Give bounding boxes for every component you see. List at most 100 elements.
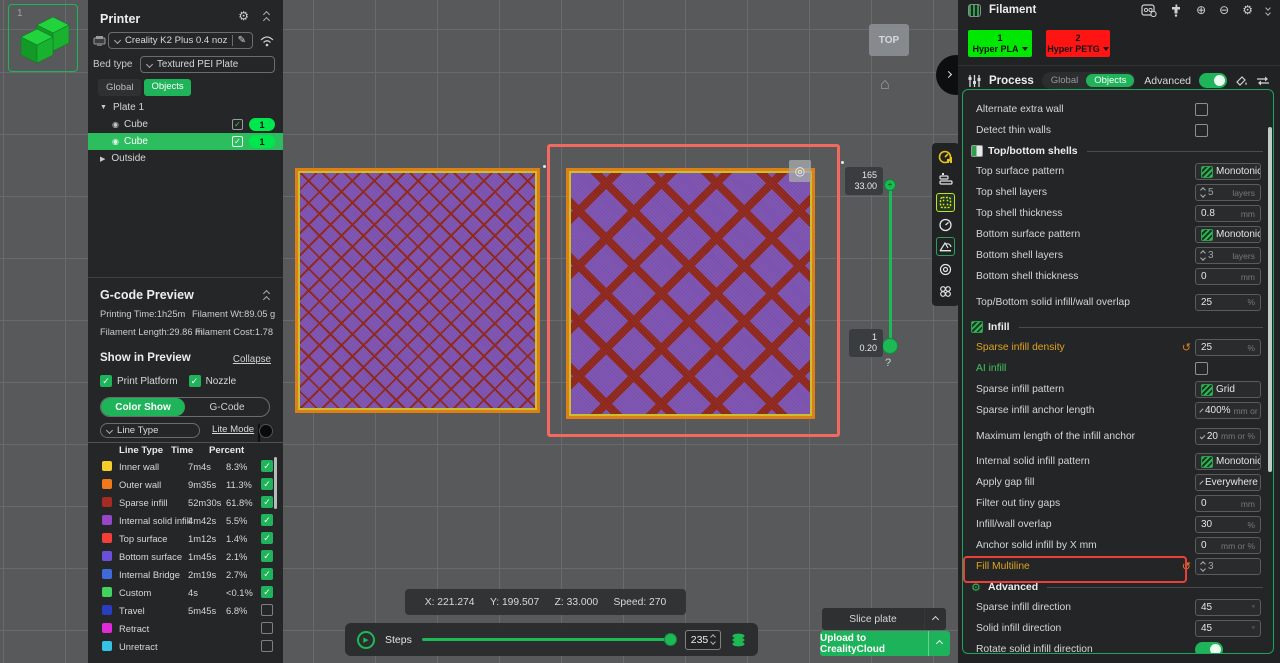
process-scrollbar[interactable] — [1268, 127, 1272, 472]
view-cube-top[interactable]: TOP — [869, 24, 909, 56]
steps-slider-handle[interactable] — [664, 633, 677, 646]
setting-input-box[interactable]: 25% — [1195, 294, 1261, 311]
ams-icon[interactable] — [1141, 4, 1157, 17]
section-header[interactable]: Top/bottom shells — [963, 141, 1273, 161]
slice-plate-button[interactable]: Slice plate — [822, 608, 946, 630]
grid-view-icon[interactable] — [936, 193, 955, 212]
setting-input-box[interactable]: 45° — [1195, 599, 1261, 616]
steps-input[interactable]: 235 — [685, 630, 721, 650]
line-type-select[interactable]: Line Type — [100, 423, 200, 438]
line-visibility-checkbox[interactable]: ✓ — [261, 568, 273, 580]
setting-input-box[interactable]: 25% — [1195, 339, 1261, 356]
wifi-icon[interactable] — [260, 35, 274, 47]
remove-filament-icon[interactable]: ⊖ — [1219, 3, 1229, 17]
edit-printer-pencil-icon[interactable]: ✎ — [232, 35, 246, 46]
tree-item-cube-2-selected[interactable]: ◉ Cube ✓ 1 — [88, 133, 283, 150]
filament-count-badge[interactable]: 1 — [249, 135, 275, 148]
spinner-arrows[interactable] — [1201, 251, 1205, 260]
cube-assign-icon[interactable]: ✓ — [232, 119, 243, 130]
sliced-cube-left[interactable] — [295, 168, 540, 413]
advanced-toggle[interactable] — [1199, 73, 1227, 88]
setting-checkbox[interactable] — [1195, 103, 1208, 116]
line-visibility-checkbox[interactable]: ✓ — [261, 550, 273, 562]
tab-objects[interactable]: Objects — [144, 79, 190, 96]
setting-checkbox[interactable] — [1195, 362, 1208, 375]
layers-view-icon[interactable] — [936, 170, 955, 189]
process-tab-objects[interactable]: Objects — [1086, 74, 1134, 87]
filament-collapse-icon[interactable] — [1266, 6, 1270, 15]
paint-icon[interactable] — [1235, 74, 1248, 87]
add-filament-icon[interactable]: ⊕ — [1196, 3, 1206, 17]
home-view-icon[interactable]: ⌂ — [880, 76, 890, 94]
plate-thumbnail[interactable]: 1 — [8, 4, 78, 72]
setting-pattern-box[interactable]: Grid — [1195, 381, 1261, 398]
filament-settings-gear-icon[interactable]: ⚙ — [1242, 3, 1253, 17]
layers-stack-icon[interactable] — [731, 633, 746, 647]
line-visibility-checkbox[interactable] — [261, 622, 273, 634]
color-show-button[interactable]: Color Show — [101, 398, 185, 416]
rotate-handle[interactable]: ◎ — [789, 160, 811, 182]
printer-settings-gear-icon[interactable]: ⚙ — [238, 9, 249, 23]
layer-slider-track[interactable] — [889, 186, 892, 341]
setting-input-box[interactable]: 45° — [1195, 620, 1261, 637]
printer-select[interactable]: Creality K2 Plus 0.4 nozzle ✎ — [108, 32, 253, 49]
line-visibility-checkbox[interactable]: ✓ — [261, 460, 273, 472]
sliced-cube-right-selected[interactable] — [566, 168, 815, 419]
setting-input-box[interactable]: 0mm — [1195, 495, 1261, 512]
line-visibility-checkbox[interactable]: ✓ — [261, 496, 273, 508]
setting-dropdown-box[interactable]: 400%mm or % — [1195, 402, 1261, 419]
lite-mode-toggle[interactable] — [258, 424, 260, 443]
table-scrollbar[interactable] — [274, 457, 277, 509]
line-visibility-checkbox[interactable]: ✓ — [261, 514, 273, 526]
filament-name[interactable]: Hyper PETG — [1047, 44, 1109, 55]
filament-name[interactable]: Hyper PLA — [972, 44, 1027, 55]
layer-slider-top-handle[interactable]: + — [884, 179, 896, 191]
line-visibility-checkbox[interactable]: ✓ — [261, 532, 273, 544]
layer-slider-bottom-handle[interactable] — [882, 338, 898, 354]
setting-input-box[interactable]: 0mm or % — [1195, 537, 1261, 554]
setting-checkbox[interactable] — [1195, 124, 1208, 137]
setting-pattern-box[interactable]: Monotonic ... — [1195, 163, 1261, 180]
filament-slot[interactable]: 1Hyper PLA — [968, 30, 1032, 57]
setting-input-box[interactable]: 0mm — [1195, 268, 1261, 285]
process-tab-global[interactable]: Global — [1043, 75, 1086, 86]
eye-icon[interactable]: ◉ — [112, 137, 119, 146]
reset-icon[interactable]: ↺ — [1182, 341, 1191, 354]
cube-assign-icon[interactable]: ✓ — [232, 136, 243, 147]
bed-type-select[interactable]: Textured PEI Plate — [140, 56, 275, 73]
line-visibility-checkbox[interactable] — [261, 640, 273, 652]
setting-pattern-box[interactable]: Monotonic — [1195, 226, 1261, 243]
setting-spin-box[interactable]: 3 — [1195, 558, 1261, 575]
print-platform-checkbox[interactable]: ✓ — [100, 375, 112, 387]
speed-view-icon[interactable] — [936, 215, 955, 234]
sync-icon[interactable] — [1256, 75, 1270, 87]
tree-item-plate[interactable]: ▼ Plate 1 — [88, 99, 283, 116]
setting-pattern-box[interactable]: Monotonic — [1195, 453, 1261, 470]
line-visibility-checkbox[interactable]: ✓ — [261, 478, 273, 490]
help-icon[interactable]: ? — [885, 357, 891, 369]
setting-dropdown-box[interactable]: Everywhere — [1195, 474, 1261, 491]
four-dots-icon[interactable] — [936, 282, 955, 301]
line-visibility-checkbox[interactable] — [261, 604, 273, 616]
filament-slot[interactable]: 2Hyper PETG — [1046, 30, 1110, 57]
printer-collapse-icon[interactable] — [264, 12, 269, 23]
setting-input-box[interactable]: 0.8mm — [1195, 205, 1261, 222]
tree-item-cube-1[interactable]: ◉ Cube ✓ 1 — [88, 116, 283, 133]
setting-input-box[interactable]: 30% — [1195, 516, 1261, 533]
tree-item-outside[interactable]: ▶ Outside — [88, 150, 283, 167]
flush-nozzle-icon[interactable] — [1170, 4, 1183, 17]
gcode-collapse-icon[interactable] — [264, 291, 269, 302]
spinner-arrows[interactable] — [1201, 562, 1205, 571]
tab-global[interactable]: Global — [98, 79, 141, 96]
nozzle-checkbox[interactable]: ✓ — [189, 375, 201, 387]
collapse-link[interactable]: Collapse — [233, 354, 271, 365]
color-scheme-icon[interactable] — [936, 148, 955, 167]
filament-count-badge[interactable]: 1 — [249, 118, 275, 131]
play-button[interactable]: ▶ — [357, 631, 375, 649]
steps-slider[interactable] — [422, 638, 675, 641]
upload-options-chevron[interactable] — [928, 631, 950, 656]
gcode-button[interactable]: G-Code — [185, 398, 269, 416]
slice-options-chevron[interactable] — [924, 608, 946, 630]
upload-button[interactable]: Upload to CrealityCloud — [820, 631, 950, 656]
eye-icon[interactable]: ◉ — [112, 120, 119, 129]
